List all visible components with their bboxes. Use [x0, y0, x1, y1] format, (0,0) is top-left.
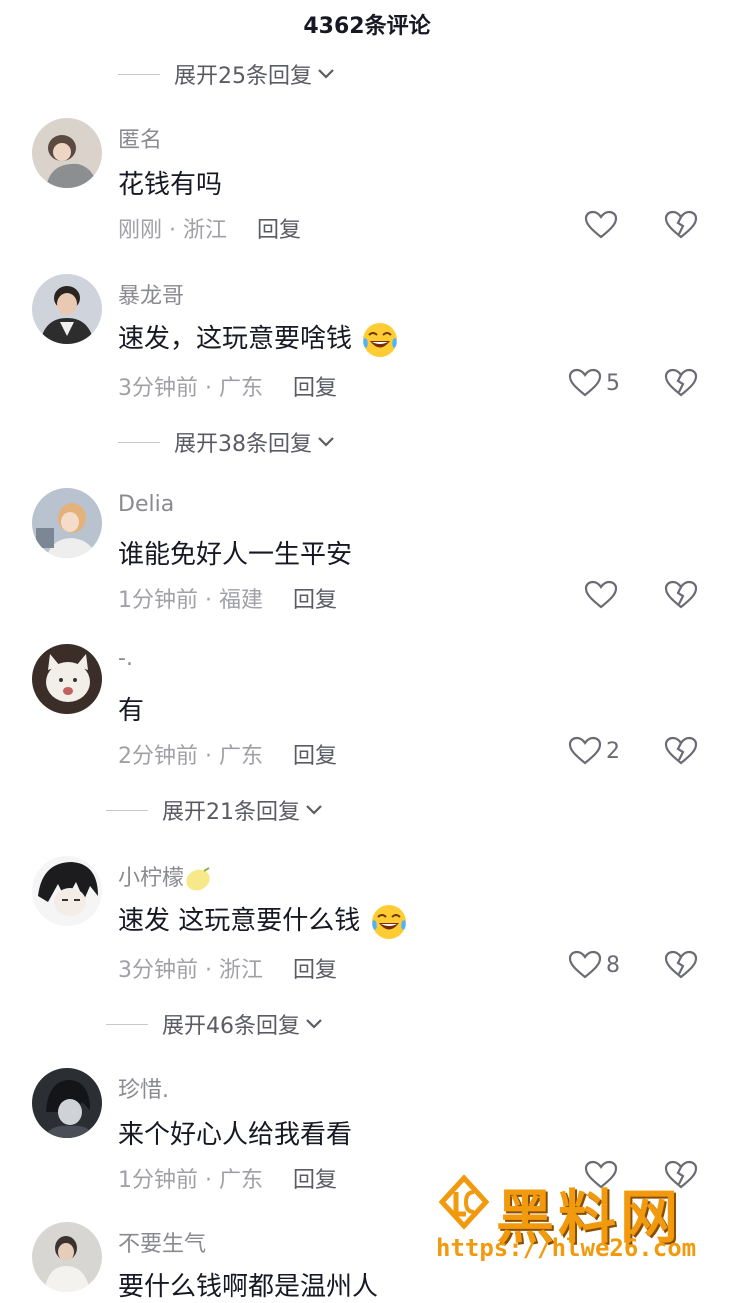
expand-replies-button[interactable]: 展开25条回复	[118, 58, 336, 90]
comment-text: 速发，这玩意要啥钱	[118, 318, 400, 360]
comment-region: 浙江	[183, 218, 228, 243]
heart-outline-icon	[568, 950, 602, 979]
chevron-down-icon	[318, 437, 334, 447]
comment-time: 3分钟前	[118, 376, 198, 401]
comment-text: 谁能免好人一生平安	[118, 540, 353, 570]
comment-author[interactable]: -.	[118, 646, 133, 671]
watermark-url: https://hlwe26.com	[436, 1234, 697, 1262]
reply-button[interactable]: 回复	[293, 588, 337, 613]
comment-time: 3分钟前	[118, 958, 198, 983]
comment-meta: 3分钟前 · 广东 回复	[118, 376, 338, 401]
comment-author[interactable]: 珍惜.	[118, 1072, 169, 1104]
heart-outline-icon	[584, 210, 618, 239]
avatar[interactable]	[32, 1068, 102, 1138]
comment-time: 刚刚	[118, 218, 163, 243]
avatar[interactable]	[32, 1222, 102, 1292]
like-count: 5	[606, 370, 620, 396]
avatar[interactable]	[32, 118, 102, 188]
dislike-button[interactable]	[664, 210, 698, 244]
dislike-button[interactable]	[664, 580, 698, 614]
reply-button[interactable]: 回复	[293, 1168, 337, 1193]
comments-count-title: 4362条评论	[303, 14, 431, 39]
comment-author-name: 小柠檬	[118, 866, 185, 891]
expand-replies-label: 展开25条回复	[174, 64, 312, 89]
site-watermark: 黑料网 https://hlwe26.com	[436, 1170, 726, 1270]
comment-meta: 1分钟前 · 广东 回复	[118, 1168, 338, 1193]
expand-replies-button[interactable]: 展开21条回复	[106, 794, 324, 826]
expand-replies-label: 展开21条回复	[162, 800, 300, 825]
comment-time: 1分钟前	[118, 588, 198, 613]
heart-outline-icon	[584, 580, 618, 609]
comment-text: 来个好心人给我看看	[118, 1120, 353, 1150]
comment-author[interactable]: Delia	[118, 492, 174, 517]
comment-author[interactable]: 暴龙哥	[118, 278, 184, 310]
comment-author[interactable]: 匿名	[118, 122, 162, 154]
heart-outline-icon	[568, 368, 602, 397]
avatar[interactable]	[32, 488, 102, 558]
comment-time: 1分钟前	[118, 1168, 198, 1193]
comment-region: 浙江	[218, 958, 263, 983]
comment-meta: 1分钟前 · 福建 回复	[118, 588, 338, 613]
comment-text-body: 速发，这玩意要啥钱	[118, 324, 353, 354]
comment-region: 广东	[218, 1168, 263, 1193]
comment-author[interactable]: 小柠檬	[118, 860, 212, 892]
comment-text: 花钱有吗	[118, 170, 223, 200]
comment-meta: 2分钟前 · 广东 回复	[118, 744, 338, 769]
broken-heart-icon	[664, 580, 698, 609]
like-button[interactable]: 2	[568, 736, 620, 766]
dislike-button[interactable]	[664, 736, 698, 770]
divider	[106, 1023, 148, 1025]
tears-of-joy-emoji-icon	[371, 904, 406, 939]
avatar[interactable]	[32, 856, 102, 926]
reply-button[interactable]: 回复	[257, 218, 301, 243]
comment-author[interactable]: 不要生气	[118, 1226, 206, 1258]
comment-region: 广东	[218, 376, 263, 401]
comment-text: 速发 这玩意要什么钱	[118, 900, 409, 942]
divider	[118, 73, 160, 75]
expand-replies-button[interactable]: 展开46条回复	[106, 1008, 324, 1040]
broken-heart-icon	[664, 950, 698, 979]
comment-text-body: 速发 这玩意要什么钱	[118, 906, 361, 936]
expand-replies-label: 展开38条回复	[174, 432, 312, 457]
comment-region: 福建	[218, 588, 263, 613]
like-button[interactable]	[584, 580, 618, 610]
dislike-button[interactable]	[664, 368, 698, 402]
avatar[interactable]	[32, 644, 102, 714]
comment-meta: 3分钟前 · 浙江 回复	[118, 958, 338, 983]
expand-replies-label: 展开46条回复	[162, 1014, 300, 1039]
reply-button[interactable]: 回复	[293, 958, 337, 983]
like-button[interactable]: 8	[568, 950, 620, 980]
chevron-down-icon	[318, 69, 334, 79]
dislike-button[interactable]	[664, 950, 698, 984]
broken-heart-icon	[664, 210, 698, 239]
reply-button[interactable]: 回复	[293, 744, 337, 769]
lemon-emoji-icon	[186, 867, 210, 891]
like-count: 2	[606, 738, 620, 764]
divider	[106, 809, 148, 811]
broken-heart-icon	[664, 736, 698, 765]
comment-meta: 刚刚 · 浙江 回复	[118, 218, 302, 243]
like-button[interactable]	[584, 210, 618, 240]
watermark-logo-icon	[438, 1174, 490, 1230]
divider	[118, 441, 160, 443]
chevron-down-icon	[306, 805, 322, 815]
like-button[interactable]: 5	[568, 368, 620, 398]
broken-heart-icon	[664, 368, 698, 397]
expand-replies-button[interactable]: 展开38条回复	[118, 426, 336, 458]
like-count: 8	[606, 952, 620, 978]
comment-text: 有	[118, 696, 145, 726]
comment-time: 2分钟前	[118, 744, 198, 769]
chevron-down-icon	[306, 1019, 322, 1029]
comment-text: 要什么钱啊都是温州人	[118, 1272, 379, 1302]
comment-region: 广东	[218, 744, 263, 769]
reply-button[interactable]: 回复	[293, 376, 337, 401]
avatar[interactable]	[32, 274, 102, 344]
heart-outline-icon	[568, 736, 602, 765]
tears-of-joy-emoji-icon	[363, 322, 398, 357]
